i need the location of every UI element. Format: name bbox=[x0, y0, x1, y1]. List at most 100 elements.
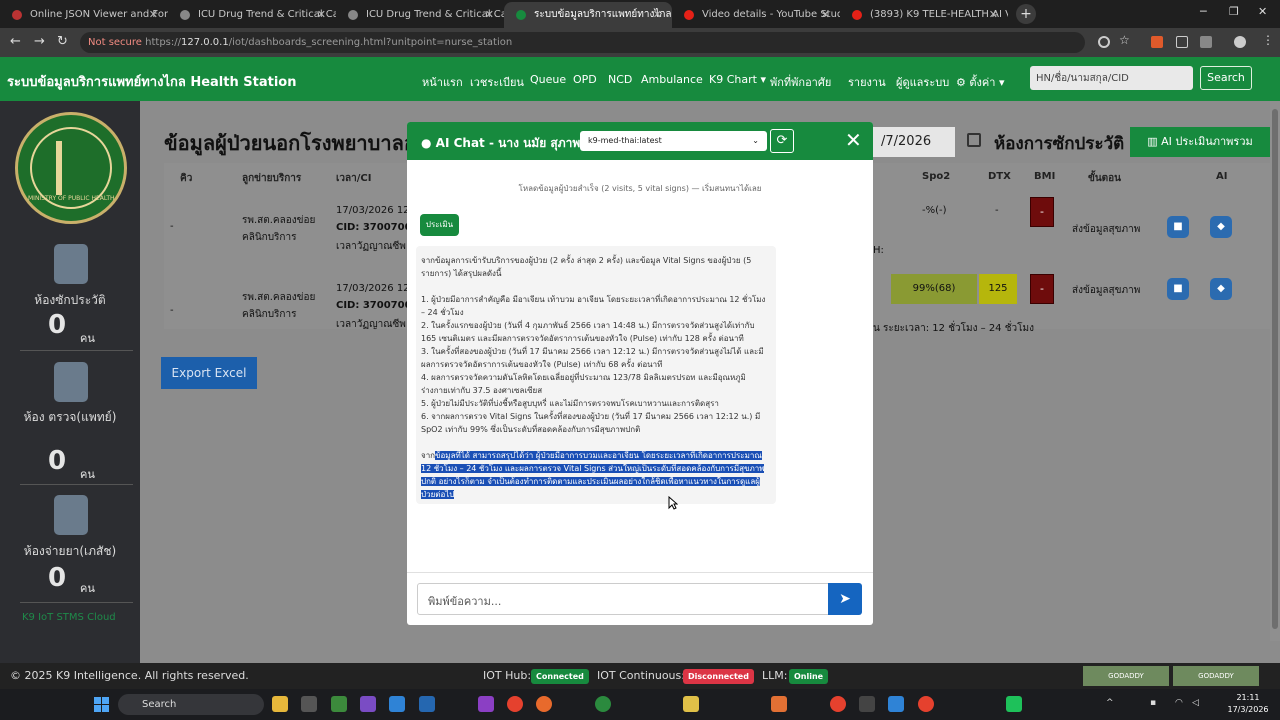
app-icon[interactable] bbox=[331, 696, 347, 712]
send-button[interactable]: ➤ bbox=[828, 583, 862, 615]
tab-close-icon[interactable]: ✕ bbox=[485, 2, 494, 28]
maximize-icon[interactable]: ❐ bbox=[1229, 5, 1239, 18]
tab-close-icon[interactable]: ✕ bbox=[149, 2, 158, 28]
bmi-cell: - bbox=[1030, 197, 1054, 227]
chat-bubble-icon: ● bbox=[421, 136, 432, 150]
tray-app-icon[interactable]: ▪ bbox=[1150, 698, 1156, 708]
windows-start-icon[interactable] bbox=[94, 697, 109, 712]
chrome-icon[interactable] bbox=[918, 696, 934, 712]
tab-favicon-icon bbox=[180, 10, 190, 20]
browser-tab-active[interactable]: ระบบข้อมูลบริการแพทย์ทางไกล Health Stati… bbox=[504, 2, 672, 28]
site-navbar: ระบบข้อมูลบริการแพทย์ทางไกล Health Stati… bbox=[0, 57, 1280, 101]
video-call-button[interactable]: ■ bbox=[1167, 278, 1189, 300]
app-icon[interactable] bbox=[478, 696, 494, 712]
nav-ncd[interactable]: NCD bbox=[608, 73, 632, 86]
tab-favicon-icon bbox=[516, 10, 526, 20]
wifi-icon[interactable]: ◠ bbox=[1175, 698, 1183, 708]
tab-close-icon[interactable]: ✕ bbox=[653, 2, 662, 28]
col-header-queue: คิว bbox=[180, 173, 193, 184]
file-explorer-icon[interactable] bbox=[272, 696, 288, 712]
station-unit: คน bbox=[80, 332, 95, 345]
location-icon[interactable] bbox=[1098, 36, 1110, 48]
window-close-icon[interactable]: ✕ bbox=[1258, 5, 1267, 18]
star-icon[interactable]: ☆ bbox=[1119, 33, 1131, 47]
modal-title: ● AI Chat - นาง นมัย สุภาพ bbox=[421, 136, 581, 150]
line-icon[interactable] bbox=[1006, 696, 1022, 712]
volume-icon[interactable]: ◁ bbox=[1192, 698, 1199, 708]
brand-title[interactable]: ระบบข้อมูลบริการแพทย์ทางไกล Health Stati… bbox=[7, 71, 296, 92]
chrome-icon[interactable] bbox=[507, 696, 523, 712]
browser-tab[interactable]: (3893) K9 TELE-HEALTH AI Ve ✕ bbox=[840, 2, 1008, 28]
nav-records[interactable]: เวชระเบียน bbox=[470, 73, 524, 91]
station-label: ห้อง ตรวจ(แพทย์) bbox=[23, 410, 117, 424]
export-excel-button[interactable]: Export Excel bbox=[161, 357, 257, 389]
taskbar-search[interactable]: Search bbox=[118, 694, 264, 715]
nav-opd[interactable]: OPD bbox=[573, 73, 597, 86]
chat-button[interactable]: ◆ bbox=[1210, 278, 1232, 300]
back-icon[interactable]: ← bbox=[10, 34, 21, 49]
nav-home[interactable]: หน้าแรก bbox=[422, 73, 463, 91]
forward-icon[interactable]: → bbox=[34, 34, 45, 49]
page-scrollbar[interactable] bbox=[1270, 101, 1280, 641]
nav-admin[interactable]: ผู้ดูแลระบบ bbox=[896, 73, 949, 91]
browser-tab[interactable]: ICU Drug Trend & Critical Care ✕ bbox=[336, 2, 504, 28]
app-icon[interactable] bbox=[771, 696, 787, 712]
minimize-icon[interactable]: ─ bbox=[1200, 5, 1207, 18]
url-protocol: https:// bbox=[145, 37, 181, 48]
nav-residence[interactable]: พักที่พักอาศัย bbox=[770, 73, 831, 91]
cid-cell: CID: 3700700 bbox=[336, 222, 412, 233]
app-icon[interactable] bbox=[888, 696, 904, 712]
browser-tab[interactable]: Online JSON Viewer and Forma✕ bbox=[0, 2, 168, 28]
refresh-button[interactable]: ⟳ bbox=[770, 129, 794, 153]
godaddy-seal: GODADDY bbox=[1083, 666, 1169, 686]
spo2-cell: -%(-) bbox=[922, 205, 947, 216]
account-avatar[interactable] bbox=[1234, 36, 1246, 48]
calendar-icon[interactable] bbox=[967, 133, 981, 147]
browser-tab[interactable]: Video details - YouTube Studio ✕ bbox=[672, 2, 840, 28]
header-search-button[interactable]: Search bbox=[1200, 66, 1252, 90]
tab-close-icon[interactable]: ✕ bbox=[821, 2, 830, 28]
new-tab-button[interactable]: + bbox=[1016, 4, 1036, 24]
status-badge: Online bbox=[789, 669, 829, 684]
datetime-cell: 17/03/2026 12 bbox=[336, 283, 410, 294]
app-icon[interactable] bbox=[595, 696, 611, 712]
tab-favicon-icon bbox=[684, 10, 694, 20]
reload-icon[interactable]: ↻ bbox=[57, 34, 68, 49]
app-icon[interactable] bbox=[683, 696, 699, 712]
menu-icon[interactable]: ⋮ bbox=[1262, 33, 1274, 47]
profile-icon[interactable] bbox=[1200, 36, 1212, 48]
modal-close-button[interactable]: ✕ bbox=[845, 128, 862, 152]
nav-k9-chart[interactable]: K9 Chart ▾ bbox=[709, 73, 766, 86]
nav-ambulance[interactable]: Ambulance bbox=[641, 73, 703, 86]
chat-input[interactable]: พิมพ์ข้อความ... bbox=[417, 583, 829, 615]
taskbar-clock[interactable]: 21:11 17/3/2026 bbox=[1218, 692, 1278, 716]
header-search-input[interactable]: HN/ชื่อ/นามสกุล/CID bbox=[1030, 66, 1193, 90]
unit-cell: รพ.สต.คลองข่อย bbox=[242, 215, 316, 226]
tab-favicon-icon bbox=[348, 10, 358, 20]
nav-reports[interactable]: รายงาน bbox=[848, 73, 886, 91]
app-icon[interactable] bbox=[536, 696, 552, 712]
tab-close-icon[interactable]: ✕ bbox=[989, 2, 998, 28]
visual-studio-icon[interactable] bbox=[360, 696, 376, 712]
tab-close-icon[interactable]: ✕ bbox=[317, 2, 326, 28]
chat-button[interactable]: ◆ bbox=[1210, 216, 1232, 238]
terminal-icon[interactable] bbox=[859, 696, 875, 712]
video-call-button[interactable]: ■ bbox=[1167, 216, 1189, 238]
browser-tab[interactable]: ICU Drug Trend & Critical Care ✕ bbox=[168, 2, 336, 28]
nav-settings[interactable]: ⚙ ตั้งค่า ▾ bbox=[956, 73, 1004, 91]
nav-queue[interactable]: Queue bbox=[530, 73, 566, 86]
unit-cell: คลินิกบริการ bbox=[242, 309, 297, 320]
app-icon[interactable] bbox=[301, 696, 317, 712]
scrollbar-thumb[interactable] bbox=[1272, 109, 1278, 629]
app-icon[interactable] bbox=[419, 696, 435, 712]
model-select[interactable]: k9-med-thai:latest ⌄ bbox=[580, 131, 767, 151]
date-filter-field[interactable]: /7/2026 bbox=[873, 127, 955, 157]
tray-chevron-icon[interactable]: ^ bbox=[1106, 698, 1114, 708]
extension-icon[interactable] bbox=[1151, 36, 1163, 48]
modal-footer: พิมพ์ข้อความ... ➤ bbox=[407, 572, 873, 625]
chrome-icon[interactable] bbox=[830, 696, 846, 712]
url-field[interactable]: Not secure https://127.0.0.1/iot/dashboa… bbox=[80, 32, 1085, 53]
extensions-icon[interactable] bbox=[1176, 36, 1188, 48]
ai-overview-button[interactable]: ▥ AI ประเมินภาพรวม bbox=[1130, 127, 1270, 157]
vscode-icon[interactable] bbox=[389, 696, 405, 712]
